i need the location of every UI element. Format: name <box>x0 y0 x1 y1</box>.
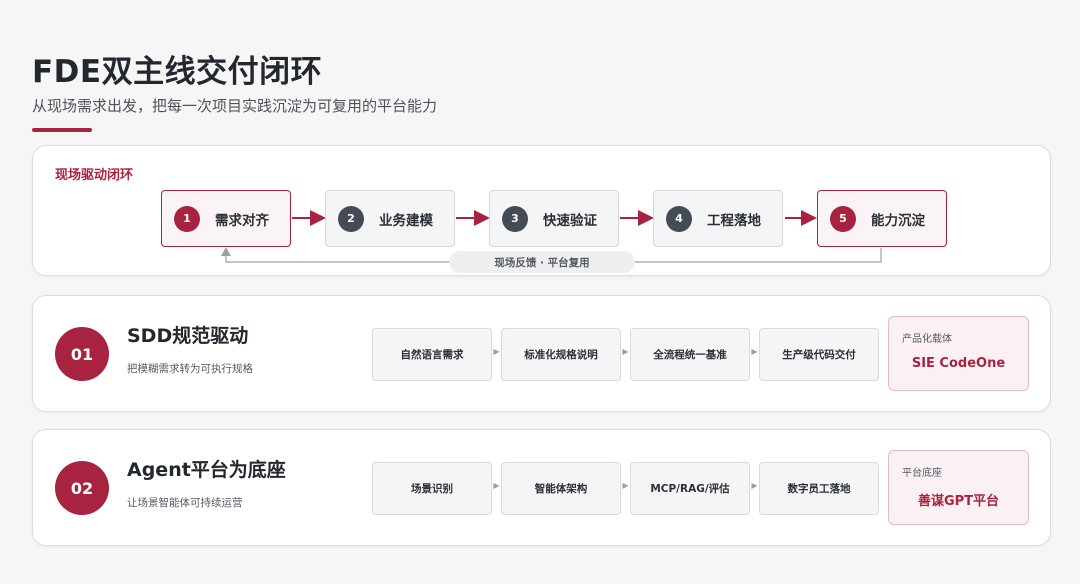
platform-caption: 产品化载体 <box>902 334 952 345</box>
step-label: 业务建模 <box>379 212 433 229</box>
step-label: 工程落地 <box>707 212 761 229</box>
track-step: 智能体架构 <box>501 462 621 515</box>
loop-step-3: 3 快速验证 <box>489 190 619 247</box>
track-number-badge: 01 <box>55 327 109 381</box>
platform-name: SIE CodeOne <box>911 356 1006 371</box>
platform-box: 平台底座 善谋GPT平台 <box>888 450 1029 525</box>
track-step: 场景识别 <box>372 462 492 515</box>
track-title: SDD规范驱动 <box>127 325 249 347</box>
step-label: 能力沉淀 <box>871 212 925 229</box>
feedback-label: 现场反馈 · 平台复用 <box>449 251 635 273</box>
track-card-agent: 02 Agent平台为底座 让场景智能体可持续运营 场景识别 ▶ 智能体架构 ▶… <box>32 429 1051 546</box>
loop-step-1: 1 需求对齐 <box>161 190 291 247</box>
chevron-right-icon: ▶ <box>622 347 629 356</box>
chevron-right-icon: ▶ <box>493 481 500 490</box>
page-subtitle: 从现场需求出发，把每一次项目实践沉淀为可复用的平台能力 <box>32 97 438 115</box>
platform-caption: 平台底座 <box>902 468 942 479</box>
track-step: 标准化规格说明 <box>501 328 621 381</box>
step-label: 快速验证 <box>543 212 597 229</box>
track-description: 把模糊需求转为可执行规格 <box>127 363 253 375</box>
chevron-right-icon: ▶ <box>622 481 629 490</box>
loop-step-2: 2 业务建模 <box>325 190 455 247</box>
track-step: 全流程统一基准 <box>630 328 750 381</box>
track-step: 数字员工落地 <box>759 462 879 515</box>
title-accent-bar <box>32 128 92 132</box>
step-label: 需求对齐 <box>215 212 269 229</box>
track-step: 生产级代码交付 <box>759 328 879 381</box>
track-step: 自然语言需求 <box>372 328 492 381</box>
platform-box: 产品化载体 SIE CodeOne <box>888 316 1029 391</box>
track-step: MCP/RAG/评估 <box>630 462 750 515</box>
loop-step-5: 5 能力沉淀 <box>817 190 947 247</box>
step-number-badge: 2 <box>338 205 364 232</box>
chevron-right-icon: ▶ <box>751 347 758 356</box>
loop-card: 现场驱动闭环 1 需求对齐 2 业务建模 3 快速验证 4 工程落地 5 能力沉… <box>32 145 1051 276</box>
chevron-right-icon: ▶ <box>493 347 500 356</box>
track-number-badge: 02 <box>55 461 109 515</box>
page-title: FDE双主线交付闭环 <box>32 54 323 90</box>
chevron-right-icon: ▶ <box>751 481 758 490</box>
step-number-badge: 4 <box>666 205 692 232</box>
feedback-arrow-icon <box>221 247 231 256</box>
track-card-sdd: 01 SDD规范驱动 把模糊需求转为可执行规格 自然语言需求 ▶ 标准化规格说明… <box>32 295 1051 412</box>
step-number-badge: 5 <box>830 205 856 232</box>
step-number-badge: 1 <box>174 205 200 232</box>
step-number-badge: 3 <box>502 205 528 232</box>
track-description: 让场景智能体可持续运营 <box>127 497 243 509</box>
track-title: Agent平台为底座 <box>127 459 286 481</box>
loop-step-4: 4 工程落地 <box>653 190 783 247</box>
platform-name: 善谋GPT平台 <box>917 494 1000 509</box>
